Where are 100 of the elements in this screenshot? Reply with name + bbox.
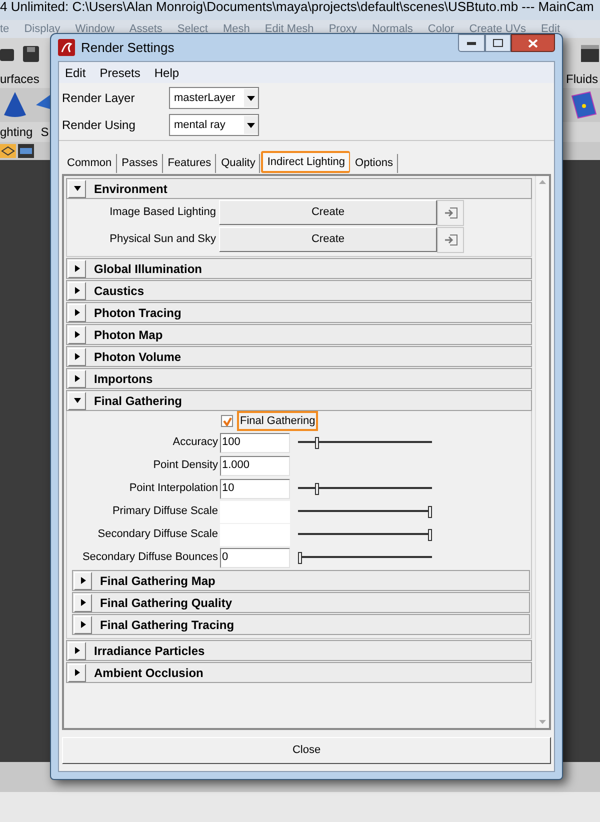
- connect-icon[interactable]: [444, 206, 458, 218]
- field-label: Point Density: [152, 458, 219, 474]
- section-header[interactable]: Final Gathering Quality: [72, 592, 530, 613]
- menu-item[interactable]: Presets: [100, 64, 140, 82]
- maximize-icon: [493, 39, 503, 47]
- section-title: Ambient Occlusion: [94, 664, 204, 682]
- section-title: Global Illumination: [94, 260, 202, 278]
- section-header[interactable]: Photon Tracing: [66, 302, 532, 323]
- field-label: Secondary Diffuse Bounces: [81, 550, 219, 566]
- field-label: Physical Sun and Sky: [108, 232, 217, 248]
- slider[interactable]: [298, 504, 432, 518]
- caret-down-icon: [74, 185, 80, 192]
- section-title: Photon Map: [94, 326, 163, 344]
- section-header[interactable]: Caustics: [66, 280, 532, 301]
- slider-thumb[interactable]: [314, 482, 319, 494]
- expand-toggle[interactable]: [74, 594, 92, 612]
- expand-toggle[interactable]: [74, 616, 92, 634]
- slider-thumb[interactable]: [428, 528, 432, 540]
- panel-menu-item[interactable]: S: [40, 123, 49, 141]
- option-label: Render Using: [62, 117, 136, 134]
- dropdown[interactable]: masterLayer: [169, 87, 259, 109]
- section-header[interactable]: Importons: [66, 368, 532, 389]
- slider[interactable]: [298, 482, 432, 496]
- film-icon[interactable]: [18, 144, 34, 158]
- section-header[interactable]: Final Gathering Tracing: [72, 614, 530, 635]
- clapper-icon[interactable]: [580, 44, 600, 64]
- folder-icon[interactable]: [0, 46, 14, 62]
- section-title: Importons: [94, 370, 153, 388]
- connect-icon[interactable]: [444, 234, 458, 246]
- save-icon[interactable]: [22, 45, 40, 63]
- caret-right-icon: [74, 309, 80, 316]
- section-title: Photon Volume: [94, 348, 182, 366]
- expand-toggle[interactable]: [68, 282, 86, 300]
- slider[interactable]: [298, 436, 432, 450]
- section-header[interactable]: Environment: [66, 178, 532, 199]
- panel-menu-item[interactable]: ghting: [0, 123, 33, 141]
- cone-icon[interactable]: [2, 91, 28, 119]
- caret-right-icon: [74, 375, 80, 382]
- slider-thumb[interactable]: [428, 506, 432, 518]
- caret-right-icon: [74, 647, 80, 654]
- section-title: Caustics: [94, 282, 144, 300]
- caret-right-icon: [80, 621, 86, 628]
- section-title: Irradiance Particles: [94, 642, 205, 660]
- caret-right-icon: [80, 577, 86, 584]
- checkbox[interactable]: [221, 415, 233, 427]
- menu-item[interactable]: Help: [154, 64, 180, 82]
- menu-item[interactable]: Edit: [65, 64, 86, 82]
- caret-down-icon: [74, 397, 80, 404]
- caret-right-icon: [74, 287, 80, 294]
- number-field[interactable]: 1.000: [220, 456, 290, 476]
- section-header[interactable]: Final Gathering: [66, 390, 532, 411]
- field-label: Image Based Lighting: [108, 205, 217, 220]
- expand-toggle[interactable]: [68, 260, 86, 278]
- number-field[interactable]: 10: [220, 478, 290, 498]
- shelf-tab[interactable]: urfaces: [0, 70, 40, 88]
- field-label: Secondary Diffuse Scale: [96, 527, 219, 542]
- slider[interactable]: [298, 528, 432, 542]
- expand-toggle[interactable]: [68, 348, 86, 366]
- maximize-button[interactable]: [485, 34, 511, 52]
- slider-thumb[interactable]: [314, 436, 319, 448]
- section-title: Photon Tracing: [94, 304, 182, 322]
- caret-right-icon: [74, 353, 80, 360]
- close-button[interactable]: [511, 34, 555, 52]
- expand-toggle[interactable]: [68, 180, 86, 198]
- number-field[interactable]: 100: [220, 432, 290, 452]
- color-swatch[interactable]: [220, 500, 290, 522]
- field-label: Accuracy: [172, 435, 219, 450]
- shelf-tab[interactable]: Fluids: [566, 70, 600, 88]
- create-button[interactable]: Create: [219, 200, 437, 225]
- expand-toggle[interactable]: [68, 664, 86, 682]
- section-header[interactable]: Irradiance Particles: [66, 640, 532, 661]
- slider[interactable]: [298, 550, 432, 564]
- minimize-icon: [467, 42, 476, 44]
- section-header[interactable]: Ambient Occlusion: [66, 662, 532, 683]
- expand-toggle[interactable]: [68, 370, 86, 388]
- expand-toggle[interactable]: [68, 326, 86, 344]
- section-header[interactable]: Final Gathering Map: [72, 570, 530, 591]
- field-label: Primary Diffuse Scale: [111, 504, 219, 520]
- expand-toggle[interactable]: [74, 572, 92, 590]
- create-button[interactable]: Create: [219, 227, 437, 252]
- caret-right-icon: [80, 599, 86, 606]
- section-title: Environment: [94, 180, 168, 198]
- section-header[interactable]: Photon Map: [66, 324, 532, 345]
- dropdown[interactable]: mental ray: [169, 114, 259, 136]
- minimize-button[interactable]: [458, 34, 485, 52]
- number-field[interactable]: 0: [220, 548, 290, 568]
- expand-toggle[interactable]: [68, 304, 86, 322]
- expand-toggle[interactable]: [68, 392, 86, 410]
- section-title: Final Gathering Tracing: [100, 616, 234, 634]
- field-label: Point Interpolation: [128, 481, 219, 496]
- tab[interactable]: Indirect Lighting: [261, 151, 350, 173]
- section-header[interactable]: Global Illumination: [66, 258, 532, 279]
- slider-thumb[interactable]: [298, 552, 302, 564]
- close-dialog-button[interactable]: Close: [62, 737, 551, 764]
- caret-right-icon: [74, 669, 80, 676]
- section-title: Final Gathering: [94, 392, 182, 410]
- grid-icon[interactable]: [0, 144, 16, 158]
- section-header[interactable]: Photon Volume: [66, 346, 532, 367]
- checkbox-label[interactable]: Final Gathering: [237, 410, 318, 432]
- expand-toggle[interactable]: [68, 642, 86, 660]
